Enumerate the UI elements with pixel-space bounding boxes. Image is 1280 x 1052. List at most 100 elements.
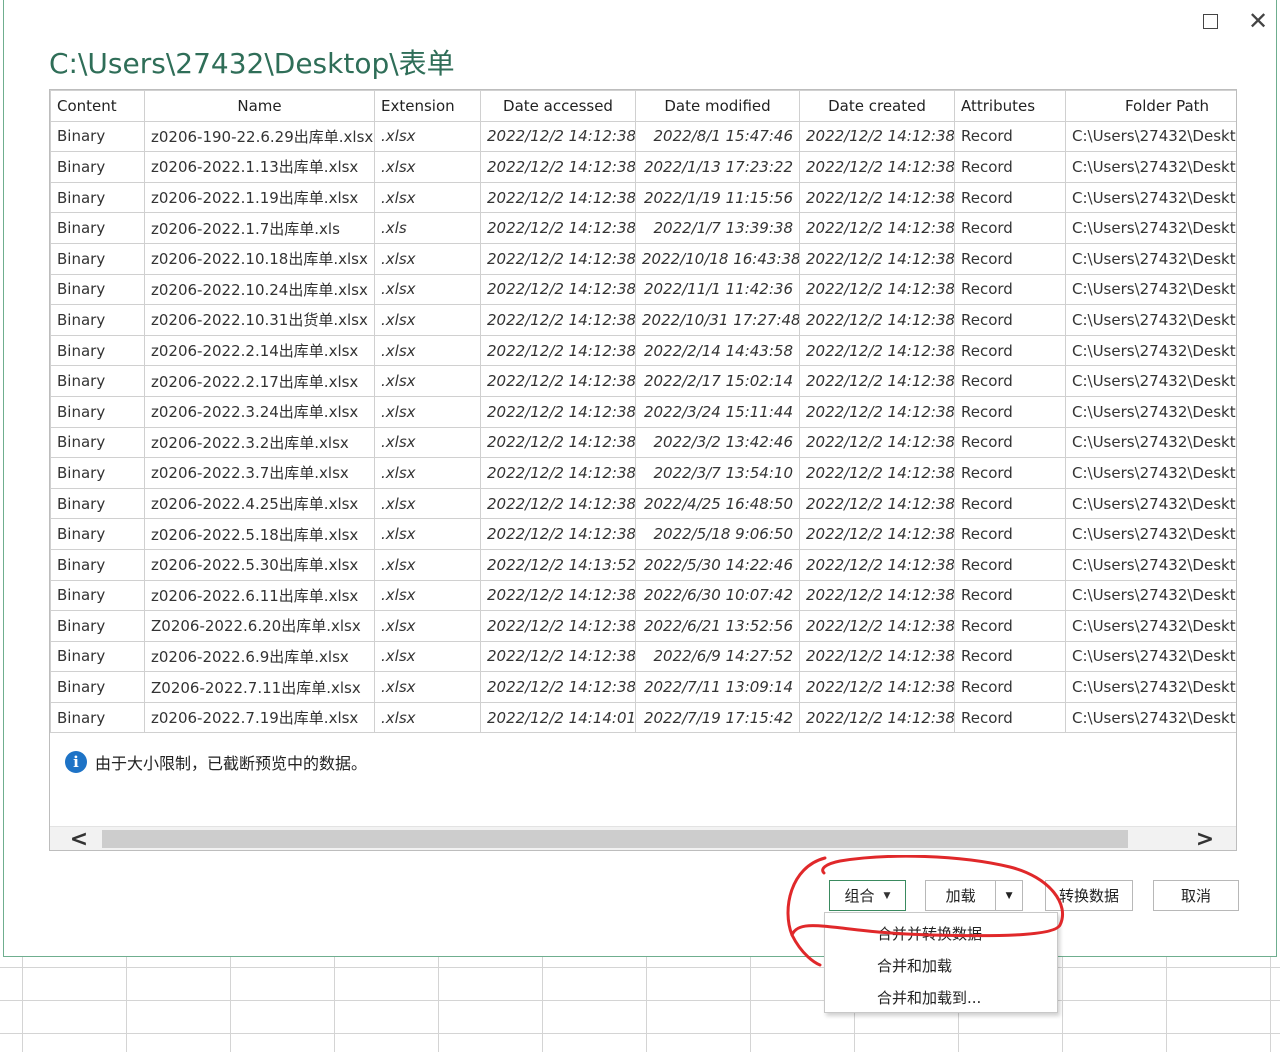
cell-date-created: 2022/12/2 14:12:38 (799, 671, 955, 703)
table-row[interactable]: Binary z0206-2022.6.11出库单.xlsx .xlsx 2022/1… (50, 579, 1236, 612)
table-row[interactable]: Binary z0206-2022.6.9出库单.xlsx .xlsx 2022/12… (50, 640, 1236, 673)
info-icon: i (65, 751, 87, 773)
combine-label: 组合 (844, 887, 875, 905)
cell-content: Binary (50, 457, 145, 489)
table-row[interactable]: Binary z0206-2022.3.7出库单.xlsx .xlsx 2022/12… (50, 457, 1236, 489)
cell-content: Binary (50, 395, 145, 428)
table-row[interactable]: Binary z0206-2022.10.24出库单.xlsx .xlsx 2022/… (50, 273, 1236, 306)
cell-folder-path: C:\Users\27432\Deskto (1065, 457, 1236, 489)
cell-content: Binary (50, 487, 145, 520)
chevron-left-icon[interactable]: < (64, 827, 94, 851)
column-header-name[interactable]: Name (144, 90, 375, 122)
table-row[interactable]: Binary z0206-2022.2.17出库单.xlsx .xlsx 2022/1… (50, 365, 1236, 397)
transform-data-button[interactable]: 转换数据 (1045, 880, 1133, 911)
cell-attributes: Record (954, 304, 1066, 336)
table-row[interactable]: Binary z0206-2022.3.24出库单.xlsx .xlsx 2022/1… (50, 395, 1236, 428)
column-header-date-modified[interactable]: Date modified (635, 90, 800, 122)
cell-date-modified: 2022/5/18 9:06:50 (635, 518, 800, 550)
close-button[interactable]: ✕ (1240, 6, 1276, 36)
cancel-button[interactable]: 取消 (1153, 880, 1239, 911)
column-header-attributes[interactable]: Attributes (954, 90, 1066, 122)
cell-date-accessed: 2022/12/2 14:12:38 (480, 487, 636, 520)
cell-attributes: Record (954, 640, 1066, 673)
cell-content: Binary (50, 365, 145, 397)
cell-name: z0206-2022.3.24出库单.xlsx (144, 395, 375, 428)
column-header-date-created[interactable]: Date created (799, 90, 955, 122)
cell-date-created: 2022/12/2 14:12:38 (799, 701, 955, 734)
combine-button[interactable]: 组合 ▼ (829, 880, 906, 911)
cell-date-modified: 2022/6/30 10:07:42 (635, 579, 800, 612)
table-row[interactable]: Binary z0206-2022.5.30出库单.xlsx .xlsx 2022/1… (50, 548, 1236, 581)
cell-name: Z0206-2022.7.11出库单.xlsx (144, 671, 375, 703)
cell-date-accessed: 2022/12/2 14:12:38 (480, 365, 636, 397)
table-row[interactable]: Binary z0206-2022.7.19出库单.xlsx .xlsx 2022/1… (50, 701, 1236, 734)
cell-date-modified: 2022/3/2 13:42:46 (635, 426, 800, 459)
cell-date-accessed: 2022/12/2 14:12:38 (480, 181, 636, 214)
cell-extension: .xlsx (374, 273, 481, 306)
cell-date-created: 2022/12/2 14:12:38 (799, 426, 955, 459)
table-row[interactable]: Binary z0206-2022.5.18出库单.xlsx .xlsx 2022/1… (50, 518, 1236, 550)
cell-date-created: 2022/12/2 14:12:38 (799, 579, 955, 612)
table-row[interactable]: Binary z0206-2022.3.2出库单.xlsx .xlsx 2022/12… (50, 426, 1236, 459)
load-dropdown-toggle[interactable]: ▼ (995, 881, 1022, 910)
cell-name: Z0206-2022.6.20出库单.xlsx (144, 610, 375, 642)
cell-content: Binary (50, 426, 145, 459)
cell-date-accessed: 2022/12/2 14:12:38 (480, 120, 636, 153)
chevron-right-icon[interactable]: > (1190, 827, 1220, 851)
cell-date-created: 2022/12/2 14:12:38 (799, 487, 955, 520)
cell-folder-path: C:\Users\27432\Deskto (1065, 273, 1236, 306)
table-row[interactable]: Binary z0206-2022.10.18出库单.xlsx .xlsx 2022/… (50, 242, 1236, 275)
cell-name: z0206-2022.1.13出库单.xlsx (144, 151, 375, 183)
table-row[interactable]: Binary z0206-2022.1.7出库单.xls .xls 2022/12/2… (50, 212, 1236, 244)
cell-date-modified: 2022/2/14 14:43:58 (635, 334, 800, 367)
cell-attributes: Record (954, 701, 1066, 734)
cell-attributes: Record (954, 365, 1066, 397)
table-row[interactable]: Binary z0206-2022.10.31出货单.xlsx .xlsx 2022/… (50, 304, 1236, 336)
menu-item-combine-load[interactable]: 合并和加载 (825, 949, 1057, 981)
cell-attributes: Record (954, 242, 1066, 275)
cell-extension: .xlsx (374, 671, 481, 703)
excel-background-grid (0, 955, 1280, 1052)
cell-date-modified: 2022/4/25 16:48:50 (635, 487, 800, 520)
cell-date-modified: 2022/2/17 15:02:14 (635, 365, 800, 397)
cell-content: Binary (50, 242, 145, 275)
cell-date-modified: 2022/6/9 14:27:52 (635, 640, 800, 673)
column-header-folder-path[interactable]: Folder Path (1065, 90, 1236, 122)
cell-attributes: Record (954, 487, 1066, 520)
table-row[interactable]: Binary z0206-2022.1.13出库单.xlsx .xlsx 2022/1… (50, 151, 1236, 183)
cell-attributes: Record (954, 671, 1066, 703)
cell-folder-path: C:\Users\27432\Deskto (1065, 610, 1236, 642)
column-header-extension[interactable]: Extension (374, 90, 481, 122)
caret-down-icon: ▼ (1005, 890, 1013, 901)
cell-date-accessed: 2022/12/2 14:12:38 (480, 457, 636, 489)
column-header-content[interactable]: Content (50, 90, 145, 122)
cell-date-modified: 2022/10/18 16:43:38 (635, 242, 800, 275)
table-row[interactable]: Binary Z0206-2022.7.11出库单.xlsx .xlsx 2022/1… (50, 671, 1236, 703)
cell-date-accessed: 2022/12/2 14:12:38 (480, 518, 636, 550)
horizontal-scrollbar[interactable]: < > (50, 826, 1236, 850)
cell-content: Binary (50, 304, 145, 336)
column-header-date-accessed[interactable]: Date accessed (480, 90, 636, 122)
cell-attributes: Record (954, 151, 1066, 183)
table-row[interactable]: Binary z0206-190-22.6.29出库单.xlsx .xlsx 2022… (50, 120, 1236, 153)
cell-date-created: 2022/12/2 14:12:38 (799, 610, 955, 642)
table-row[interactable]: Binary Z0206-2022.6.20出库单.xlsx .xlsx 2022/1… (50, 610, 1236, 642)
menu-item-combine-transform[interactable]: 合并并转换数据 (825, 917, 1057, 949)
table-row[interactable]: Binary z0206-2022.1.19出库单.xlsx .xlsx 2022/1… (50, 181, 1236, 214)
cell-content: Binary (50, 671, 145, 703)
cell-extension: .xlsx (374, 487, 481, 520)
maximize-button[interactable] (1192, 6, 1228, 36)
cell-date-modified: 2022/1/13 17:23:22 (635, 151, 800, 183)
cell-date-modified: 2022/10/31 17:27:48 (635, 304, 800, 336)
cell-date-accessed: 2022/12/2 14:12:38 (480, 334, 636, 367)
cell-extension: .xlsx (374, 518, 481, 550)
cell-folder-path: C:\Users\27432\Deskto (1065, 426, 1236, 459)
cell-folder-path: C:\Users\27432\Deskto (1065, 548, 1236, 581)
cell-name: z0206-2022.7.19出库单.xlsx (144, 701, 375, 734)
load-button[interactable]: 加载 ▼ (925, 880, 1023, 911)
table-row[interactable]: Binary z0206-2022.2.14出库单.xlsx .xlsx 2022/1… (50, 334, 1236, 367)
table-row[interactable]: Binary z0206-2022.4.25出库单.xlsx .xlsx 2022/1… (50, 487, 1236, 520)
menu-item-combine-load-to[interactable]: 合并和加载到... (825, 981, 1057, 1013)
scrollbar-thumb[interactable] (102, 830, 1128, 848)
cell-date-accessed: 2022/12/2 14:12:38 (480, 640, 636, 673)
